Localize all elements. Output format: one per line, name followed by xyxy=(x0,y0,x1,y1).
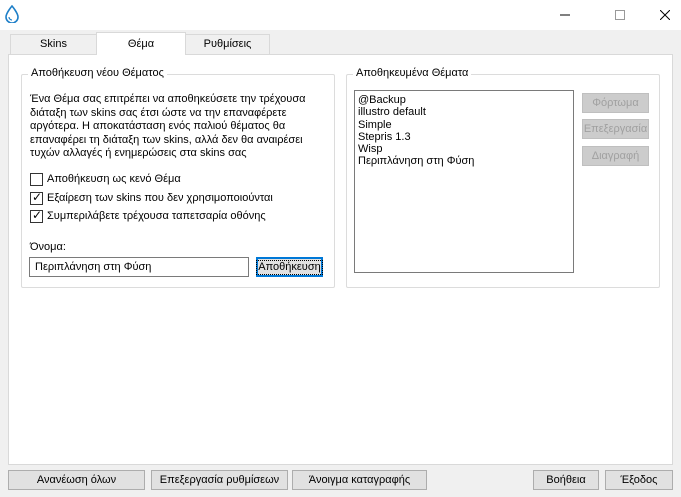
tab-skins[interactable]: Skins xyxy=(10,34,97,54)
close-button[interactable] xyxy=(642,0,681,30)
list-item[interactable]: illustro default xyxy=(358,106,570,118)
description-line: επαναφέρει τη διάταξη των skins, αλλά δε… xyxy=(30,133,303,146)
exit-button[interactable]: Έξοδος xyxy=(605,470,673,490)
save-theme-button-label: Αποθήκευση xyxy=(256,259,323,275)
list-item[interactable]: Stepris 1.3 xyxy=(358,131,570,143)
checkbox-label: Εξαίρεση των skins που δεν χρησιμοποιούν… xyxy=(47,192,273,204)
tab-theme[interactable]: Θέμα xyxy=(96,32,186,55)
description-line: τυχών αλλαγές ή ενημερώσεις στα skins σα… xyxy=(30,147,247,160)
saved-themes-list[interactable]: @Backup illustro default Simple Stepris … xyxy=(354,90,574,273)
load-button[interactable]: Φόρτωμα xyxy=(582,93,649,113)
description-line: Ένα Θέμα σας επιτρέπει να αποθηκεύσετε τ… xyxy=(30,93,306,105)
save-theme-button[interactable]: Αποθήκευση xyxy=(256,257,323,277)
checkmark-icon: ✓ xyxy=(32,207,43,222)
manage-window: Skins Θέμα Ρυθμίσεις Αποθήκευση νέου Θέμ… xyxy=(0,0,681,497)
checkbox-include-wallpaper[interactable]: ✓ Συμπεριλάβετε τρέχουσα ταπετσαρία οθόν… xyxy=(30,207,266,223)
checkbox-label: Συμπεριλάβετε τρέχουσα ταπετσαρία οθόνης xyxy=(47,210,266,222)
save-theme-group-title: Αποθήκευση νέου Θέματος xyxy=(28,67,167,79)
list-item[interactable]: Simple xyxy=(358,119,570,131)
list-item[interactable]: Wisp xyxy=(358,143,570,155)
checkbox-box[interactable]: ✓ xyxy=(30,189,43,205)
edit-theme-button[interactable]: Επεξεργασία xyxy=(582,119,649,139)
theme-description: Ένα Θέμα σας επιτρέπει να αποθηκεύσετε τ… xyxy=(30,93,330,161)
checkbox-save-empty-theme[interactable]: Αποθήκευση ως κενό Θέμα xyxy=(30,172,181,186)
minimize-icon xyxy=(560,14,570,16)
checkbox-label: Αποθήκευση ως κενό Θέμα xyxy=(47,173,181,185)
delete-button[interactable]: Διαγραφή xyxy=(582,146,649,166)
description-line: αργότερα. Η αποκατάσταση ενός παλιού θέμ… xyxy=(30,120,286,133)
list-item[interactable]: @Backup xyxy=(358,94,570,106)
checkbox-box[interactable]: ✓ xyxy=(30,207,43,223)
list-item[interactable]: Περιπλάνηση στη Φύση xyxy=(358,155,570,167)
name-label: Όνομα: xyxy=(30,241,66,253)
refresh-all-button[interactable]: Ανανέωση όλων xyxy=(8,470,145,490)
checkbox-exclude-unused-skins[interactable]: ✓ Εξαίρεση των skins που δεν χρησιμοποιο… xyxy=(30,189,273,205)
edit-settings-button[interactable]: Επεξεργασία ρυθμίσεων xyxy=(151,470,288,490)
close-icon xyxy=(660,10,670,20)
maximize-icon xyxy=(615,10,625,20)
open-log-button[interactable]: Άνοιγμα καταγραφής xyxy=(292,470,427,490)
tab-settings[interactable]: Ρυθμίσεις xyxy=(185,34,270,54)
checkmark-icon: ✓ xyxy=(32,189,43,204)
title-bar xyxy=(0,0,681,30)
description-line: διάταξη των skins σας έτσι ώστε να την ε… xyxy=(30,106,287,119)
rainmeter-drop-icon xyxy=(4,4,20,24)
minimize-button[interactable] xyxy=(542,0,588,30)
theme-name-input[interactable]: Περιπλάνηση στη Φύση xyxy=(29,257,249,277)
help-button[interactable]: Βοήθεια xyxy=(533,470,599,490)
saved-themes-group-title: Αποθηκευμένα Θέματα xyxy=(353,67,472,79)
checkbox-box[interactable] xyxy=(30,172,43,186)
maximize-button[interactable] xyxy=(597,0,643,30)
